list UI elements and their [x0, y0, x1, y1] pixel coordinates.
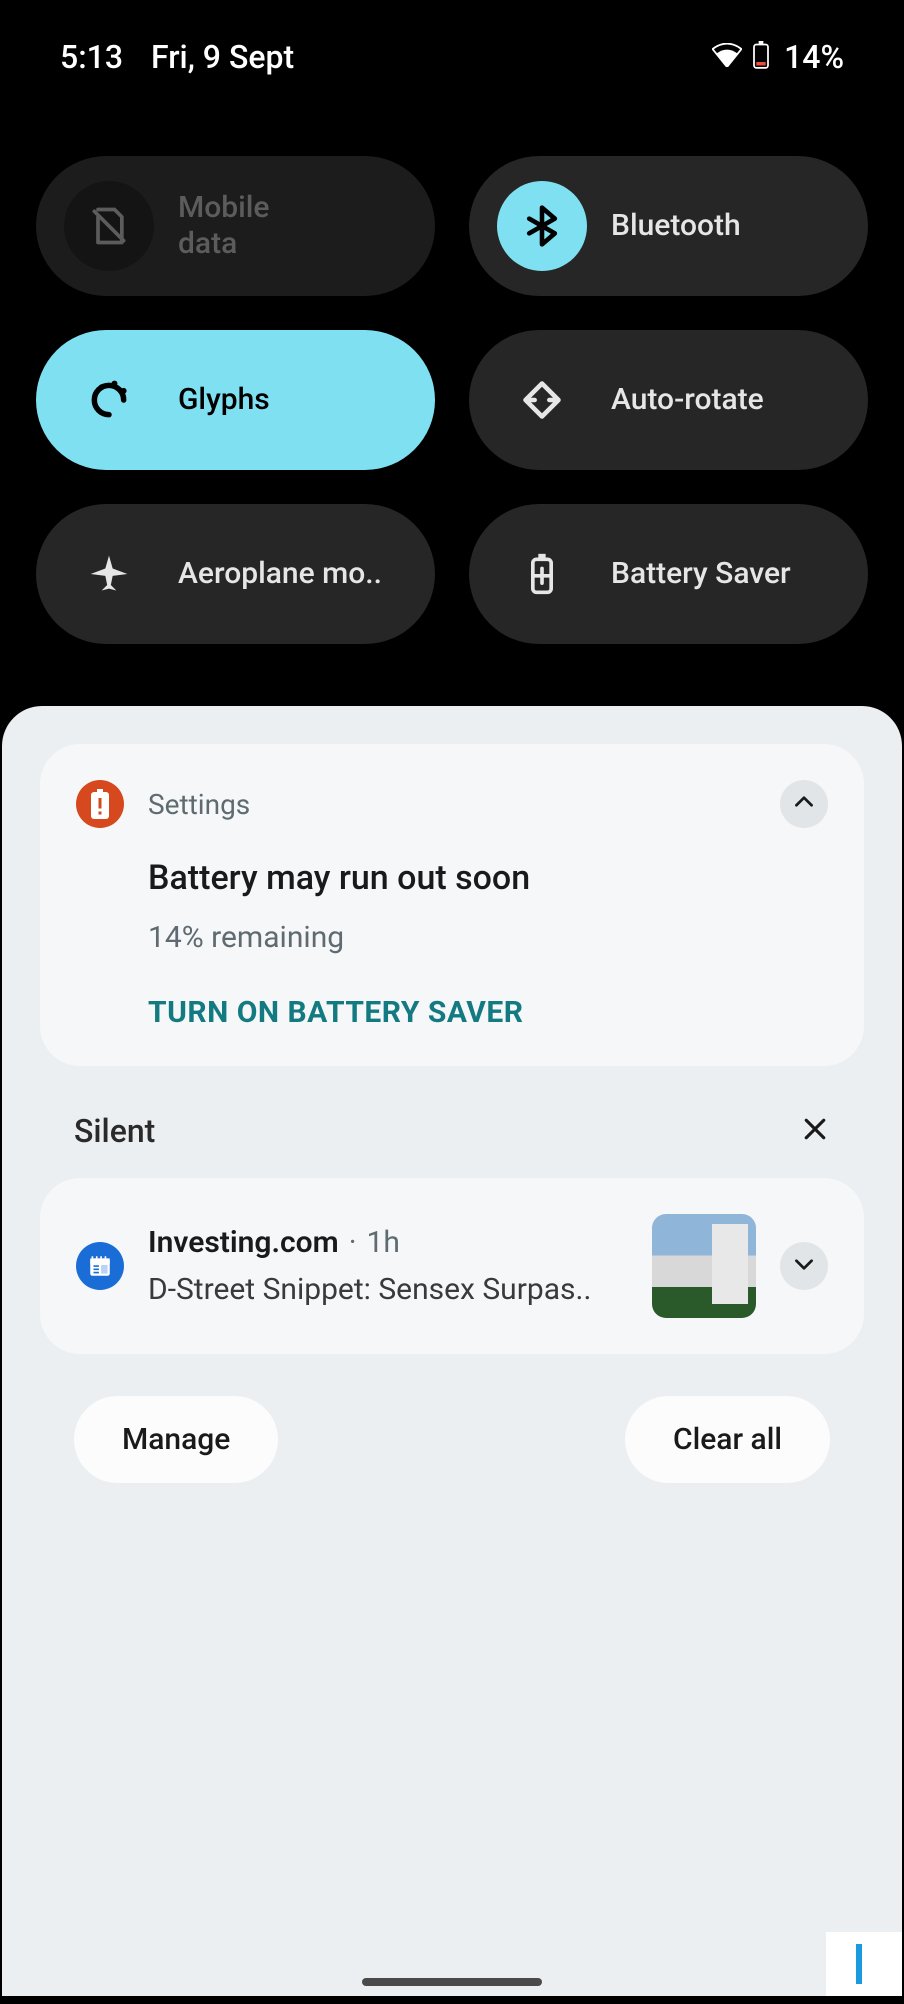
sim-off-icon: [64, 181, 154, 271]
notification-body: Battery may run out soon 14% remaining T…: [76, 828, 828, 1030]
notification-title: Battery may run out soon: [148, 858, 828, 898]
glyphs-icon: [64, 355, 154, 445]
clear-silent-button[interactable]: [800, 1114, 830, 1148]
status-bar: 5:13 Fri, 9 Sept 14%: [2, 2, 902, 106]
chevron-up-icon: [791, 789, 817, 819]
watermark: [826, 1932, 902, 1996]
chevron-down-icon: [791, 1251, 817, 1281]
notification-thumbnail: [652, 1214, 756, 1318]
settings-battery-app-icon: [76, 780, 124, 828]
qs-tile-bluetooth[interactable]: Bluetooth: [469, 156, 868, 296]
collapse-button[interactable]: [780, 780, 828, 828]
status-date: Fri, 9 Sept: [151, 38, 294, 76]
qs-label: Glyphs: [178, 382, 270, 418]
notification-app-name: Investing.com: [148, 1225, 339, 1260]
notification-battery[interactable]: Settings Battery may run out soon 14% re…: [40, 744, 864, 1066]
qs-tile-auto-rotate[interactable]: Auto-rotate: [469, 330, 868, 470]
qs-tile-glyphs[interactable]: Glyphs: [36, 330, 435, 470]
quick-settings-grid: Mobile data Bluetooth Glyphs Auto-rotate: [36, 156, 868, 644]
notification-time: 1h: [367, 1225, 400, 1260]
qs-label: Mobile data: [178, 190, 269, 262]
close-icon: [800, 1129, 830, 1148]
notification-app-name: Settings: [148, 788, 756, 821]
qs-label: Battery Saver: [611, 556, 791, 592]
notification-body-text: D-Street Snippet: Sensex Surpas..: [148, 1272, 628, 1307]
notification-header: Settings: [76, 780, 828, 828]
silent-label: Silent: [74, 1112, 155, 1150]
qs-tile-aeroplane-mode[interactable]: Aeroplane mo..: [36, 504, 435, 644]
clock-time: 5:13: [60, 38, 123, 76]
status-left: 5:13 Fri, 9 Sept: [60, 38, 294, 76]
notification-actions: Manage Clear all: [40, 1354, 864, 1483]
battery-plus-icon: [497, 529, 587, 619]
bluetooth-icon: [497, 181, 587, 271]
notification-sep: ·: [349, 1225, 357, 1260]
expand-button[interactable]: [780, 1242, 828, 1290]
silent-section-header: Silent: [40, 1112, 864, 1178]
notification-text: 14% remaining: [148, 920, 828, 955]
status-right: 14%: [712, 38, 844, 76]
qs-tile-battery-saver[interactable]: Battery Saver: [469, 504, 868, 644]
navigation-bar-handle[interactable]: [362, 1978, 542, 1986]
investing-app-icon: [76, 1242, 124, 1290]
qs-label: Auto-rotate: [611, 382, 764, 418]
wifi-icon: [712, 43, 742, 71]
qs-label: Aeroplane mo..: [178, 556, 382, 592]
airplane-icon: [64, 529, 154, 619]
qs-label: Bluetooth: [611, 208, 741, 244]
turn-on-battery-saver-button[interactable]: TURN ON BATTERY SAVER: [148, 995, 828, 1030]
rotate-icon: [497, 355, 587, 445]
qs-tile-mobile-data[interactable]: Mobile data: [36, 156, 435, 296]
notification-investing[interactable]: Investing.com · 1h D-Street Snippet: Sen…: [40, 1178, 864, 1354]
notification-content: Investing.com · 1h D-Street Snippet: Sen…: [148, 1225, 628, 1307]
manage-button[interactable]: Manage: [74, 1396, 278, 1483]
quick-settings-panel: Mobile data Bluetooth Glyphs Auto-rotate: [2, 106, 902, 706]
battery-percent: 14%: [784, 38, 844, 76]
battery-icon: [752, 41, 770, 73]
clear-all-button[interactable]: Clear all: [625, 1396, 830, 1483]
notification-panel: Settings Battery may run out soon 14% re…: [2, 706, 902, 1996]
